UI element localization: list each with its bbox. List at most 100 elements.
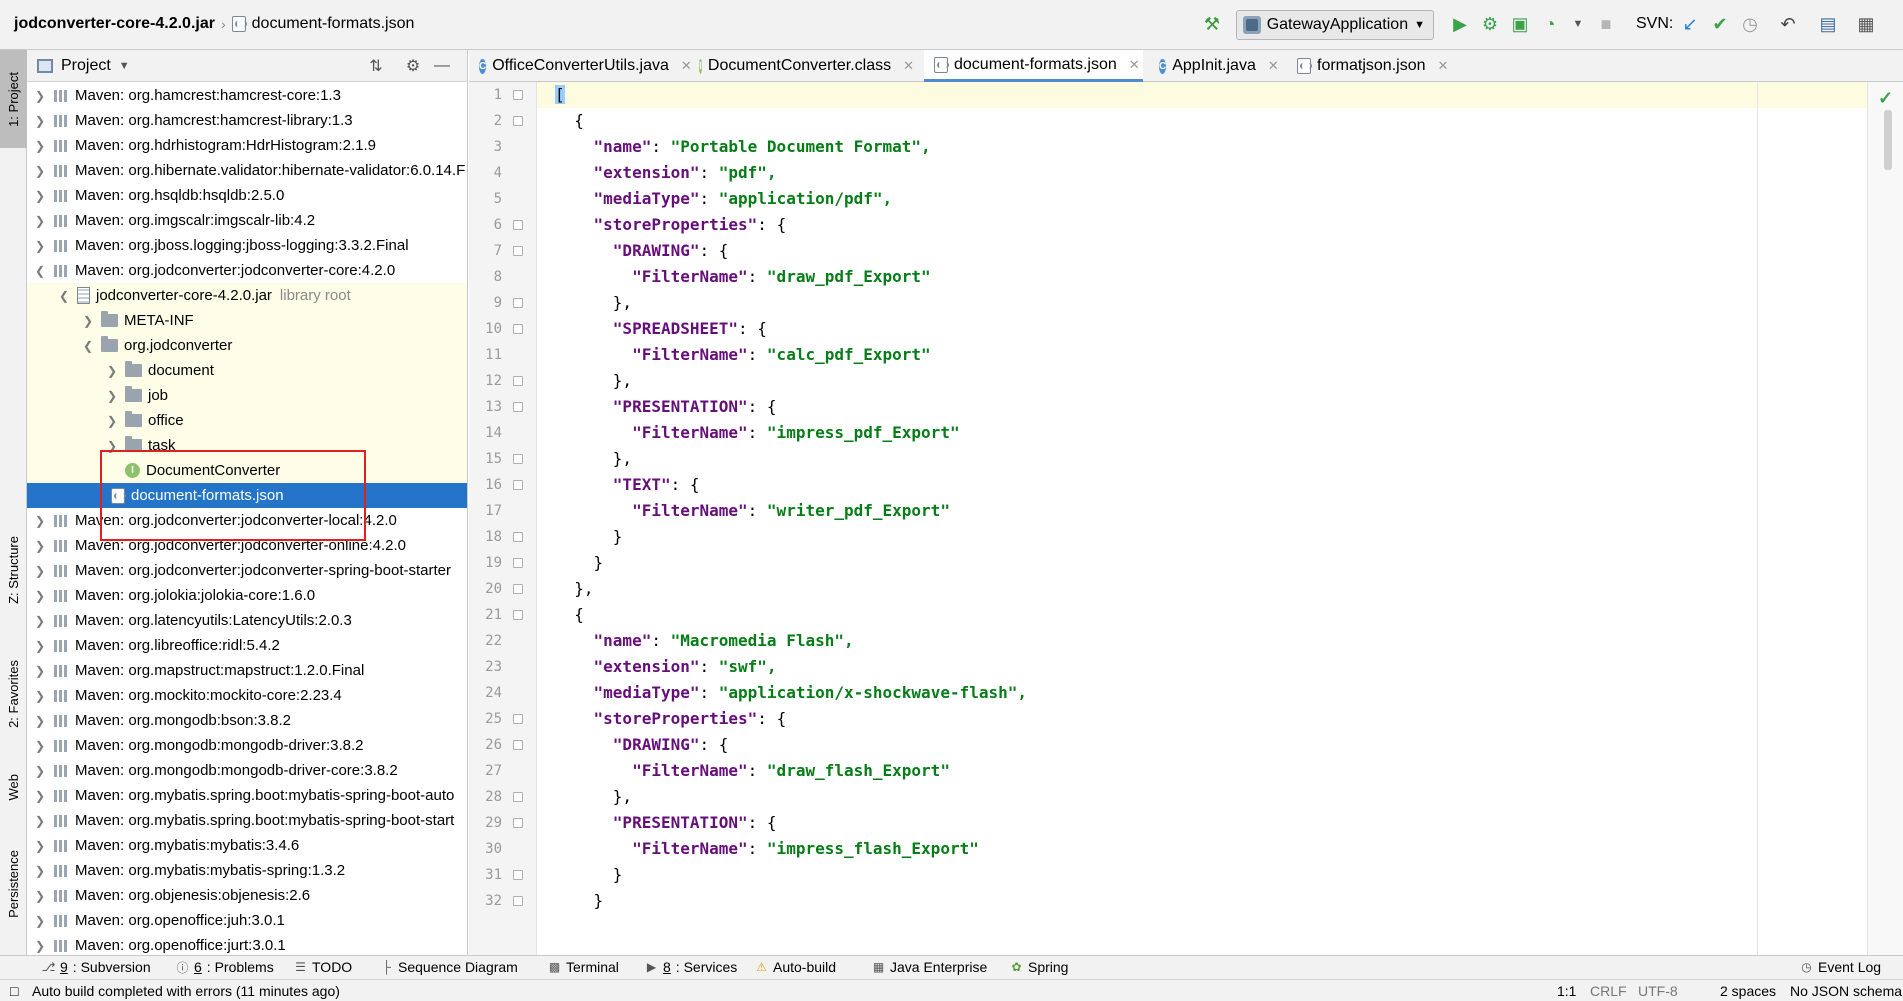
- chevron-down-icon[interactable]: ❮: [33, 264, 47, 278]
- chevron-right-icon[interactable]: ❯: [33, 589, 47, 603]
- tree-item-maven-lib[interactable]: ❯ Maven: org.openoffice:juh:3.0.1: [27, 908, 467, 933]
- tree-item-maven-lib[interactable]: ❯ Maven: org.openoffice:jurt:3.0.1: [27, 933, 467, 953]
- fold-marker-icon[interactable]: [513, 610, 523, 620]
- chevron-right-icon[interactable]: ❯: [33, 864, 47, 878]
- tree-item-maven-lib[interactable]: ❯ Maven: org.hibernate.validator:hibernat…: [27, 158, 467, 183]
- tree-item-package[interactable]: ❯ document: [27, 358, 467, 383]
- tree-item-maven-lib[interactable]: ❯ Maven: org.mybatis.spring.boot:mybatis-…: [27, 783, 467, 808]
- indent-setting[interactable]: 2 spaces: [1720, 983, 1776, 999]
- chevron-right-icon[interactable]: ❯: [33, 839, 47, 853]
- tab-app-init[interactable]: C AppInit.java ✕: [1149, 50, 1279, 82]
- chevron-right-icon[interactable]: ❯: [33, 189, 47, 203]
- chevron-right-icon[interactable]: ❯: [33, 664, 47, 678]
- tool-auto-build[interactable]: ⚠ Auto-build: [755, 959, 836, 975]
- tree-item-maven-lib[interactable]: ❯ Maven: org.jodconverter:jodconverter-sp…: [27, 558, 467, 583]
- tool-problems[interactable]: ⓘ 6: Problems: [176, 959, 273, 975]
- hide-panel-icon[interactable]: —: [432, 56, 452, 76]
- build-hammer-icon[interactable]: ⚒: [1200, 12, 1224, 36]
- tool-tab-project[interactable]: 1: Project: [0, 50, 27, 148]
- project-view-selector[interactable]: Project ▼: [37, 57, 130, 75]
- chevron-right-icon[interactable]: ❯: [33, 239, 47, 253]
- chevron-right-icon[interactable]: ❯: [33, 514, 47, 528]
- tab-formatjson[interactable]: formatjson.json ✕: [1287, 50, 1457, 82]
- tree-item-package[interactable]: ❯ office: [27, 408, 467, 433]
- json-schema-selector[interactable]: No JSON schema: [1790, 983, 1902, 999]
- chevron-right-icon[interactable]: ❯: [33, 814, 47, 828]
- more-run-chevron-icon[interactable]: ▼: [1566, 12, 1590, 36]
- tree-item-maven-lib[interactable]: ❯ Maven: org.mapstruct:mapstruct:1.2.0.Fi…: [27, 658, 467, 683]
- close-icon[interactable]: ✕: [1129, 57, 1140, 73]
- fold-marker-icon[interactable]: [513, 454, 523, 464]
- fold-marker-icon[interactable]: [513, 402, 523, 412]
- tree-item-maven-lib-expanded[interactable]: ❮ Maven: org.jodconverter:jodconverter-co…: [27, 258, 467, 283]
- chevron-right-icon[interactable]: ❯: [33, 614, 47, 628]
- chevron-right-icon[interactable]: ❯: [105, 439, 119, 453]
- tree-item-maven-lib[interactable]: ❯ Maven: org.hamcrest:hamcrest-library:1.…: [27, 108, 467, 133]
- close-icon[interactable]: ✕: [1438, 58, 1449, 74]
- chevron-down-icon[interactable]: ❮: [57, 289, 71, 303]
- layout-icon[interactable]: ▦: [1854, 12, 1878, 36]
- fold-marker-icon[interactable]: [513, 246, 523, 256]
- fold-marker-icon[interactable]: [513, 532, 523, 542]
- tool-tab-favorites[interactable]: 2: Favorites: [0, 644, 27, 744]
- fold-marker-icon[interactable]: [513, 558, 523, 568]
- tree-item-json-selected[interactable]: document-formats.json: [27, 483, 467, 508]
- chevron-right-icon[interactable]: ❯: [33, 639, 47, 653]
- chevron-right-icon[interactable]: ❯: [105, 389, 119, 403]
- chevron-right-icon[interactable]: ❯: [33, 714, 47, 728]
- fold-marker-icon[interactable]: [513, 714, 523, 724]
- svn-update-icon[interactable]: ↙: [1678, 12, 1702, 36]
- fold-marker-icon[interactable]: [513, 584, 523, 594]
- svn-commit-icon[interactable]: ✔: [1708, 12, 1732, 36]
- fold-marker-icon[interactable]: [513, 896, 523, 906]
- fold-marker-icon[interactable]: [513, 870, 523, 880]
- tree-item-folder[interactable]: ❯ META-INF: [27, 308, 467, 333]
- file-encoding[interactable]: UTF-8: [1638, 983, 1678, 999]
- tree-item-maven-lib[interactable]: ❯ Maven: org.latencyutils:LatencyUtils:2.…: [27, 608, 467, 633]
- run-icon[interactable]: ▶: [1448, 12, 1472, 36]
- tree-item-maven-lib[interactable]: ❯ Maven: org.hsqldb:hsqldb:2.5.0: [27, 183, 467, 208]
- breadcrumb-file[interactable]: document-formats.json: [252, 15, 415, 33]
- tree-item-maven-lib[interactable]: ❯ Maven: org.hamcrest:hamcrest-core:1.3: [27, 83, 467, 108]
- fold-marker-icon[interactable]: [513, 740, 523, 750]
- tool-spring[interactable]: ✿ Spring: [1010, 959, 1068, 975]
- fold-marker-icon[interactable]: [513, 376, 523, 386]
- chevron-right-icon[interactable]: ❯: [33, 89, 47, 103]
- chevron-right-icon[interactable]: ❯: [33, 689, 47, 703]
- tool-sequence-diagram[interactable]: ├ Sequence Diagram: [380, 959, 518, 975]
- chevron-right-icon[interactable]: ❯: [105, 364, 119, 378]
- gear-icon[interactable]: ⚙: [403, 56, 423, 76]
- tree-item-package[interactable]: ❯ task: [27, 433, 467, 458]
- editor-vertical-scrollbar[interactable]: [1884, 110, 1892, 170]
- tool-java-enterprise[interactable]: ▦ Java Enterprise: [872, 959, 987, 975]
- coverage-icon[interactable]: ▣: [1508, 12, 1532, 36]
- tree-item-interface[interactable]: I DocumentConverter: [27, 458, 467, 483]
- stop-icon[interactable]: ■: [1594, 12, 1618, 36]
- chevron-down-icon[interactable]: ❮: [81, 339, 95, 353]
- tree-item-maven-lib[interactable]: ❯ Maven: org.mockito:mockito-core:2.23.4: [27, 683, 467, 708]
- chevron-right-icon[interactable]: ❯: [33, 164, 47, 178]
- tool-terminal[interactable]: ▩ Terminal: [548, 959, 619, 975]
- tree-item-package[interactable]: ❮ org.jodconverter: [27, 333, 467, 358]
- tree-item-package[interactable]: ❯ job: [27, 383, 467, 408]
- chevron-right-icon[interactable]: ❯: [33, 564, 47, 578]
- tool-tab-web[interactable]: Web: [0, 762, 27, 812]
- debug-icon[interactable]: ⚙: [1478, 12, 1502, 36]
- chevron-right-icon[interactable]: ❯: [33, 539, 47, 553]
- revert-icon[interactable]: ↶: [1776, 12, 1800, 36]
- fold-marker-icon[interactable]: [513, 480, 523, 490]
- chevron-right-icon[interactable]: ❯: [33, 789, 47, 803]
- chevron-right-icon[interactable]: ❯: [33, 214, 47, 228]
- history-icon[interactable]: ◷: [1738, 12, 1762, 36]
- line-separator[interactable]: CRLF: [1590, 983, 1627, 999]
- fold-marker-icon[interactable]: [513, 220, 523, 230]
- tree-item-maven-lib[interactable]: ❯ Maven: org.mybatis:mybatis-spring:1.3.2: [27, 858, 467, 883]
- tree-item-maven-lib[interactable]: ❯ Maven: org.mongodb:bson:3.8.2: [27, 708, 467, 733]
- collapse-all-icon[interactable]: ⇅: [366, 56, 386, 76]
- tool-tab-structure[interactable]: Z: Structure: [0, 520, 27, 620]
- chevron-right-icon[interactable]: ❯: [105, 414, 119, 428]
- close-icon[interactable]: ✕: [903, 58, 914, 74]
- tree-item-jar[interactable]: ❮ jodconverter-core-4.2.0.jar library root: [27, 283, 467, 308]
- caret-position[interactable]: 1:1: [1557, 983, 1576, 999]
- chevron-right-icon[interactable]: ❯: [33, 764, 47, 778]
